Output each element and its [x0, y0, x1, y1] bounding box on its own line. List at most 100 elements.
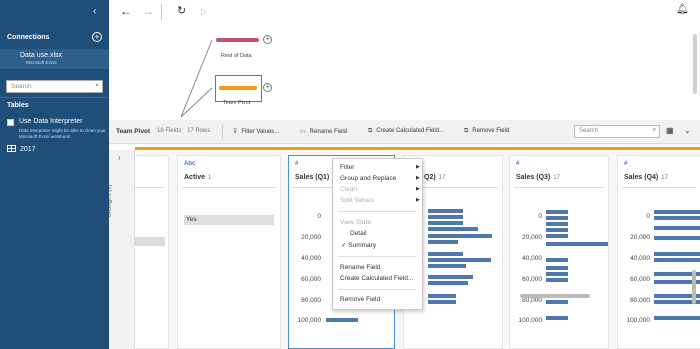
histogram-bar[interactable]: [428, 281, 468, 285]
number-type-icon[interactable]: #: [624, 161, 627, 167]
histogram-bar[interactable]: [428, 294, 456, 298]
submenu-arrow-icon: ▶: [416, 164, 420, 170]
number-type-icon[interactable]: #: [295, 161, 298, 167]
histogram-bar[interactable]: [428, 258, 491, 262]
menu-item-summary[interactable]: ✓ Summary: [341, 241, 376, 249]
run-icon[interactable]: ▷: [201, 7, 207, 16]
toolbar-divider: [161, 4, 162, 20]
horizontal-scrollbar[interactable]: [520, 294, 590, 298]
histogram-bar[interactable]: [428, 221, 463, 225]
histogram-bar[interactable]: [428, 300, 456, 304]
menu-item-remove-field[interactable]: Remove Field: [340, 296, 380, 303]
search-icon: ⌕: [95, 82, 99, 89]
expand-changes-icon[interactable]: ›: [118, 153, 121, 162]
histogram-bar[interactable]: [546, 266, 568, 270]
data-interpreter-checkbox[interactable]: [7, 119, 14, 126]
histogram-bar[interactable]: [428, 227, 478, 231]
menu-item-group-and-replace[interactable]: Group and Replace ▶: [340, 175, 420, 182]
menu-item-split-values[interactable]: Split Values ▶: [340, 197, 420, 204]
vertical-scrollbar[interactable]: [692, 270, 696, 304]
histogram-bar[interactable]: [428, 252, 463, 256]
menu-divider: [338, 211, 417, 212]
histogram-bar[interactable]: [428, 215, 463, 219]
field-name: Sales (Q3) 17: [516, 174, 560, 181]
sidebar-divider: [0, 97, 109, 98]
field-name-text: Sales (Q4): [624, 174, 659, 181]
histogram-bar[interactable]: [546, 316, 568, 320]
histogram-bar[interactable]: [654, 252, 700, 256]
histogram-bar[interactable]: [546, 216, 568, 220]
step-title: Team Pivot: [116, 128, 151, 135]
histogram-bar[interactable]: [654, 316, 700, 320]
forward-icon[interactable]: →: [142, 4, 154, 18]
y-tick: 80,000: [630, 297, 650, 304]
histogram-bar[interactable]: [546, 272, 568, 276]
top-toolbar: ← → ↻ ▷ 🔔︎: [109, 0, 700, 24]
filter-values-button[interactable]: ⊽ Filter Values...: [233, 128, 279, 135]
field-search-input[interactable]: Search ⌕: [574, 125, 660, 138]
distinct-count: 17: [553, 175, 560, 181]
sidebar: ‹ Connections + Data use.xlsx Microsoft …: [0, 0, 109, 349]
histogram-bar[interactable]: [654, 210, 700, 214]
filter-values-label: Filter Values...: [241, 129, 280, 135]
flow-connector-2: [180, 87, 213, 118]
team-pivot-node[interactable]: [215, 75, 262, 102]
histogram-bar[interactable]: [654, 258, 700, 262]
chevron-down-icon[interactable]: ⌄: [684, 126, 691, 135]
sheet-item-2017[interactable]: 2017: [7, 145, 36, 153]
histogram-bar[interactable]: [654, 216, 700, 220]
bell-icon[interactable]: 🔔︎: [676, 4, 689, 15]
rename-field-button[interactable]: ▭ Rename Field: [300, 128, 347, 135]
string-type-icon[interactable]: Abc: [184, 161, 195, 167]
remove-field-button[interactable]: ⧉ Remove Field: [464, 128, 509, 135]
y-tick: 100,000: [626, 317, 651, 324]
table-search-input[interactable]: Search ⌕: [6, 80, 103, 93]
checkmark-icon: ✓: [341, 242, 347, 249]
add-connection-icon[interactable]: +: [92, 32, 102, 42]
histogram-bar[interactable]: [546, 242, 608, 246]
value-bar[interactable]: [135, 237, 165, 246]
histogram-bar[interactable]: [546, 278, 568, 282]
histogram-bar[interactable]: [546, 300, 568, 304]
histogram-bar[interactable]: [428, 240, 458, 244]
histogram-bar[interactable]: [428, 264, 466, 268]
menu-item-create-calculated-field[interactable]: Create Calculated Field...: [340, 275, 413, 282]
histogram-bar[interactable]: [428, 209, 463, 213]
number-type-icon[interactable]: #: [516, 161, 519, 167]
flow-scrollbar[interactable]: [693, 34, 697, 94]
field-name-text: Sales (Q1): [295, 174, 330, 181]
rest-of-data-node[interactable]: [216, 38, 259, 42]
create-calculated-field-button[interactable]: ⧉ Create Calculated Field...: [368, 128, 444, 135]
connection-name: Data use.xlsx: [20, 52, 63, 59]
profile-card-active[interactable]: Abc Active 1 Yes: [177, 155, 281, 349]
rename-icon: ▭: [300, 129, 306, 135]
layout-toggle-icon[interactable]: ▦: [666, 126, 674, 135]
histogram-bar[interactable]: [546, 210, 568, 214]
flow-connector-1: [180, 39, 213, 118]
menu-item-detail[interactable]: Detail: [350, 230, 367, 237]
connection-item[interactable]: Data use.xlsx Microsoft Excel: [0, 49, 109, 69]
profile-card-sales-q3[interactable]: # Sales (Q3) 17 0 20,000 40,000 60,000 80…: [509, 155, 609, 349]
menu-item-rename-field[interactable]: Rename Field: [340, 264, 380, 271]
value-bar-yes[interactable]: Yes: [184, 215, 274, 225]
histogram-bar[interactable]: [546, 222, 568, 226]
histogram-bar[interactable]: [428, 234, 492, 238]
histogram-bar[interactable]: [654, 236, 700, 240]
back-icon[interactable]: ←: [120, 4, 132, 18]
histogram-bar[interactable]: [546, 234, 568, 238]
histogram-bar[interactable]: [428, 275, 473, 279]
profile-card-sales-q4[interactable]: # Sales (Q4) 17 0 20,000 40,000 60,000 80…: [617, 155, 700, 349]
histogram-bar[interactable]: [546, 258, 568, 262]
histogram-bar[interactable]: [326, 318, 358, 322]
y-tick: 60,000: [301, 276, 321, 283]
collapse-sidebar-icon[interactable]: ‹: [93, 6, 96, 17]
menu-item-clean[interactable]: Clean ▶: [340, 186, 420, 193]
histogram-bar[interactable]: [654, 226, 700, 230]
distinct-count: 1: [208, 175, 212, 181]
y-tick: 20,000: [522, 234, 542, 241]
menu-item-filter[interactable]: Filter ▶: [340, 164, 420, 171]
histogram-bar[interactable]: [546, 228, 568, 232]
add-step-icon[interactable]: +: [263, 35, 272, 44]
refresh-icon[interactable]: ↻: [177, 4, 186, 17]
add-step-icon[interactable]: +: [263, 83, 272, 92]
